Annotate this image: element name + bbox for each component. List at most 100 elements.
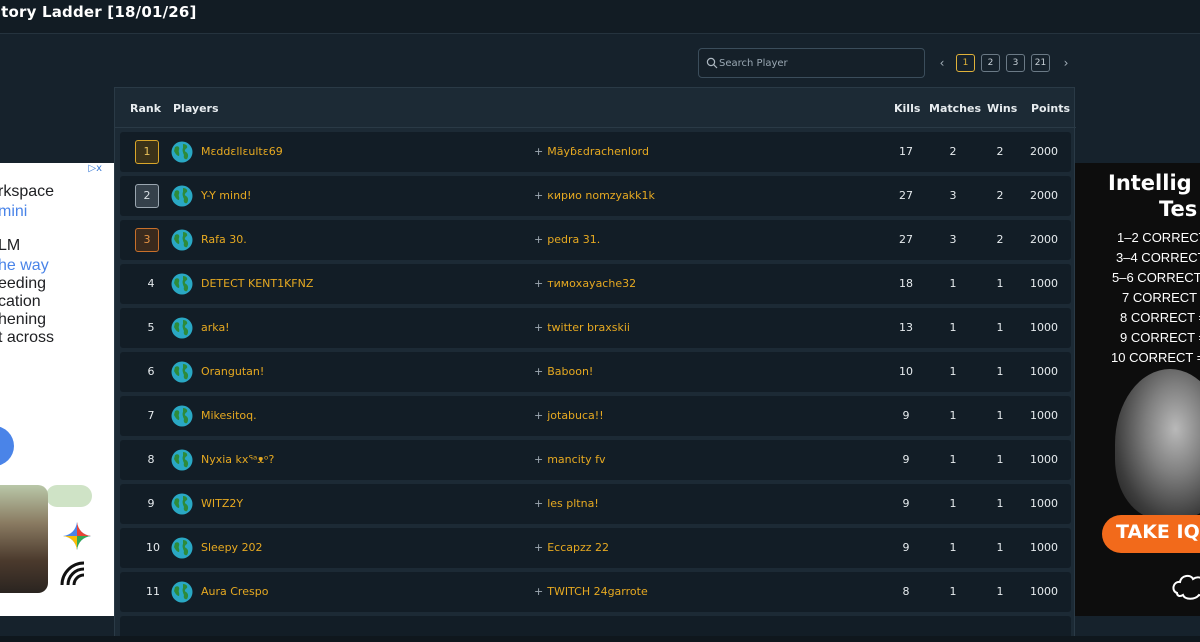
kills-cell: 13 <box>899 321 913 334</box>
points-cell: 1000 <box>1030 277 1058 290</box>
player-name-link[interactable]: Sleepy 202 <box>201 528 263 568</box>
plus-icon: + <box>534 145 544 158</box>
ad-action-button[interactable] <box>0 426 14 466</box>
player-name-link[interactable]: Aura Crespo <box>201 572 268 612</box>
teammate-name-link[interactable]: jotabuca!! <box>547 409 603 422</box>
player-name-link[interactable]: arka! <box>201 308 230 348</box>
matches-cell: 3 <box>949 189 957 202</box>
page-3-button[interactable]: 3 <box>1006 54 1025 72</box>
ad-score-line: 5–6 CORRECT <box>1112 270 1200 285</box>
table-row[interactable]: 5 arka! + twitter braxskii 13 1 1 1000 <box>120 308 1071 348</box>
kills-cell: 9 <box>902 541 910 554</box>
table-row[interactable]: 8 Nyxia kxᕐᵃᴥᵒ? + mancity fv 9 1 1 1000 <box>120 440 1071 480</box>
table-row[interactable]: 9 WITZ2Y + les pltna! 9 1 1 1000 <box>120 484 1071 524</box>
matches-cell: 1 <box>949 321 957 334</box>
table-row[interactable]: 6 Orangutan! + Baboon! 10 1 1 1000 <box>120 352 1071 392</box>
kills-cell: 10 <box>899 365 913 378</box>
player-name-link[interactable]: Nyxia kxᕐᵃᴥᵒ? <box>201 440 274 480</box>
wins-cell: 1 <box>996 277 1004 290</box>
table-header: Rank Players Kills Matches Wins Points <box>115 88 1076 128</box>
player-name-link[interactable]: Y-Y mind! <box>201 176 251 216</box>
wins-cell: 1 <box>996 409 1004 422</box>
matches-cell: 2 <box>949 145 957 158</box>
matches-cell: 1 <box>949 277 957 290</box>
wins-cell: 1 <box>996 541 1004 554</box>
ad-choices-icon[interactable]: ▷x <box>88 163 102 174</box>
table-row[interactable]: 3 Rafa 30. + pedra 31. 27 3 2 2000 <box>120 220 1071 260</box>
page-21-button[interactable]: 21 <box>1031 54 1050 72</box>
plus-icon: + <box>534 365 544 378</box>
player-name-link[interactable]: Orangutan! <box>201 352 264 392</box>
matches-cell: 1 <box>949 541 957 554</box>
points-cell: 1000 <box>1030 365 1058 378</box>
wins-cell: 1 <box>996 585 1004 598</box>
teammate-name-link[interactable]: mancity fv <box>547 453 605 466</box>
kills-cell: 18 <box>899 277 913 290</box>
wins-cell: 1 <box>996 365 1004 378</box>
left-advertisement[interactable]: ▷x rkspace mini LM he way eeding cation … <box>0 163 114 616</box>
points-cell: 1000 <box>1030 453 1058 466</box>
ad-photo <box>0 485 48 593</box>
teammate-name-link[interactable]: twitter braxskii <box>547 321 630 334</box>
plus-icon: + <box>534 497 544 510</box>
table-row[interactable]: 2 Y-Y mind! + кирио nomzyakk1k 27 3 2 2000 <box>120 176 1071 216</box>
points-cell: 1000 <box>1030 541 1058 554</box>
teammate-entry: + Eccapzz 22 <box>534 528 609 568</box>
teammate-entry: + Baboon! <box>534 352 593 392</box>
matches-cell: 1 <box>949 585 957 598</box>
player-name-link[interactable]: WITZ2Y <box>201 484 243 524</box>
table-row[interactable]: 10 Sleepy 202 + Eccapzz 22 9 1 1 1000 <box>120 528 1071 568</box>
table-row[interactable]: 7 Mikesitoq. + jotabuca!! 9 1 1 1000 <box>120 396 1071 436</box>
teammate-name-link[interactable]: Eccapzz 22 <box>547 541 609 554</box>
ad-score-line: 7 CORRECT = <box>1122 290 1200 305</box>
next-page-icon[interactable]: › <box>1059 54 1073 72</box>
search-player-input[interactable] <box>719 54 914 72</box>
wins-cell: 1 <box>996 453 1004 466</box>
teammate-name-link[interactable]: TWITCH 24garrote <box>547 585 648 598</box>
rank-number: 5 <box>147 321 155 334</box>
page-title: ctory Ladder [18/01/26] <box>0 3 197 21</box>
teammate-name-link[interactable]: pedra 31. <box>547 233 600 246</box>
ad-text-line: t across <box>0 329 55 346</box>
wins-header: Wins <box>987 102 1018 115</box>
points-cell: 1000 <box>1030 585 1058 598</box>
kills-cell: 17 <box>899 145 913 158</box>
teammate-name-link[interactable]: тимохауасhe32 <box>547 277 636 290</box>
previous-page-icon[interactable]: ‹ <box>935 54 949 72</box>
points-cell: 1000 <box>1030 497 1058 510</box>
player-name-link[interactable]: Mikesitoq. <box>201 396 257 436</box>
ad-score-line: 8 CORRECT = <box>1120 310 1200 325</box>
teammate-name-link[interactable]: les pltna! <box>547 497 599 510</box>
rank-badge: 3 <box>135 228 159 252</box>
players-header: Players <box>173 102 219 115</box>
teammate-name-link[interactable]: Mäyɓɛdrachenlord <box>547 145 649 158</box>
take-iq-test-button[interactable]: TAKE IQ <box>1102 515 1200 553</box>
plus-icon: + <box>534 321 544 334</box>
player-name-link[interactable]: DETECT KENT1KFNZ <box>201 264 313 304</box>
wins-cell: 1 <box>996 497 1004 510</box>
right-advertisement[interactable]: Intellig Tes 1–2 CORRECT 3–4 CORRECT 5–6… <box>1075 163 1200 616</box>
table-row[interactable]: 1 Mɛddɛllɛultɛ69 + Mäyɓɛdrachenlord 17 2 2 2000 <box>120 132 1071 172</box>
teammate-name-link[interactable]: кирио nomzyakk1k <box>547 189 655 202</box>
rank-number: 4 <box>147 277 155 290</box>
teammate-name-link[interactable]: Baboon! <box>547 365 593 378</box>
page-1-button[interactable]: 1 <box>956 54 975 72</box>
kills-header: Kills <box>894 102 921 115</box>
table-row[interactable]: 4 DETECT KENT1KFNZ + тимохауасhe32 18 1 1 1000 <box>120 264 1071 304</box>
rank-number: 11 <box>146 585 160 598</box>
player-name-link[interactable]: Rafa 30. <box>201 220 247 260</box>
globe-avatar-icon <box>171 185 193 207</box>
ad-decoration <box>46 485 92 507</box>
rank-number: 6 <box>147 365 155 378</box>
matches-header: Matches <box>929 102 981 115</box>
page-2-button[interactable]: 2 <box>981 54 1000 72</box>
rank-badge: 2 <box>135 184 159 208</box>
globe-avatar-icon <box>171 317 193 339</box>
table-row[interactable]: 11 Aura Crespo + TWITCH 24garrote 8 1 1 1000 <box>120 572 1071 612</box>
points-cell: 2000 <box>1030 233 1058 246</box>
teammate-entry: + кирио nomzyakk1k <box>534 176 655 216</box>
search-box[interactable] <box>698 48 925 78</box>
player-name-link[interactable]: Mɛddɛllɛultɛ69 <box>201 132 283 172</box>
ad-heading: Tes <box>1159 197 1198 221</box>
taskbar <box>0 636 1200 642</box>
